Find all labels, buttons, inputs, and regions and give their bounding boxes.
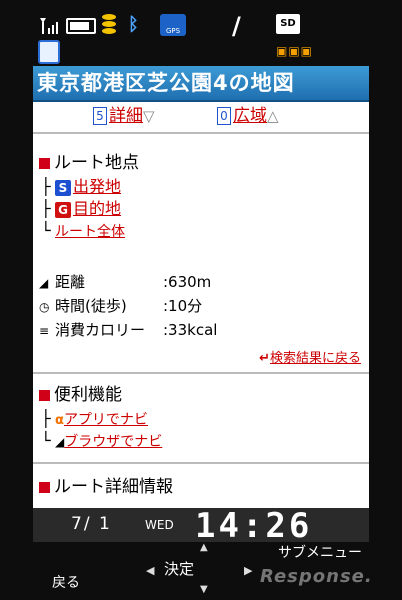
route-all-link[interactable]: └ ルート全体 [33, 220, 369, 242]
start-point-label: 出発地 [73, 177, 122, 196]
mode-indicator-icons: ▣▣▣ [276, 44, 314, 58]
back-to-results-label: 検索結果に戻る [269, 351, 361, 366]
browser-nav-label: ブラウザでナビ [64, 434, 163, 450]
nav-up-icon[interactable]: ▲ [200, 542, 208, 553]
app-nav-label: アプリでナビ [63, 412, 148, 428]
zoom-row: 5 詳細▽ 0 広域△ [33, 102, 369, 130]
triangle-down-icon: ▽ [143, 107, 155, 125]
browser-screen: 東京都港区芝公園4の地図 5 詳細▽ 0 広域△ ルート地点 ├ S 出発地 ├ G 目的地… [33, 66, 369, 508]
divider [33, 462, 369, 464]
shoe-icon: ◢ [39, 276, 49, 290]
divider [33, 132, 369, 134]
distance-row: ◢ 距離:630m [33, 270, 369, 294]
triangle-up-icon: △ [267, 107, 279, 125]
tree-branch-icon: ├ [41, 199, 51, 218]
sd-card-icon: SD [276, 14, 300, 34]
time-row: ◷ 時間(徒歩):10分 [33, 294, 369, 318]
bluetooth-icon: ᛒ [128, 14, 139, 35]
route-all-label: ルート全体 [55, 224, 125, 240]
zoom-wide-link[interactable]: 0 広域△ [217, 102, 279, 130]
nav-down-icon[interactable]: ▼ [200, 584, 208, 595]
nav-left-icon[interactable]: ◀ [146, 564, 154, 577]
goal-badge-icon: G [55, 201, 71, 218]
tree-end-icon: └ [41, 221, 51, 240]
red-square-icon [39, 157, 50, 169]
clock-date: 7/ 1 [71, 514, 112, 534]
route-detail-heading: ルート詳細情報 [33, 474, 369, 500]
key-5-icon: 5 [93, 107, 107, 125]
page-title: 東京都港区芝公園4の地図 [33, 66, 369, 102]
goal-point-label: 目的地 [73, 199, 122, 218]
goal-point-link[interactable]: ├ G 目的地 [33, 198, 369, 220]
zoom-detail-label: 詳細 [109, 106, 143, 126]
back-to-results-link[interactable]: ↵検索結果に戻る [33, 348, 369, 370]
gps-icon: GPS [160, 14, 186, 36]
calorie-icon: ≡ [39, 324, 50, 338]
tree-branch-icon: ├ [41, 409, 51, 428]
return-arrow-icon: ↵ [259, 351, 270, 366]
response-logo: Response. [260, 566, 373, 587]
route-points-heading: ルート地点 [33, 150, 369, 176]
status-bar: ᛒ GPS / SD [30, 8, 370, 64]
nav-right-icon[interactable]: ▶ [244, 564, 252, 577]
clock-icon: ◷ [39, 300, 50, 314]
tools-heading: 便利機能 [33, 382, 369, 408]
start-badge-icon: S [55, 179, 71, 196]
submenu-softkey[interactable]: サブメニュー [278, 542, 362, 562]
clock-time: 14:26 [195, 506, 313, 546]
app-icon [38, 40, 60, 64]
zoom-wide-label: 広域 [233, 106, 267, 126]
app-icon-small: α [55, 413, 64, 428]
red-square-icon [39, 389, 50, 401]
tree-end-icon: └ [41, 431, 51, 450]
clock-bar: 7/ 1 WED 14:26 [33, 506, 369, 546]
divider [33, 372, 369, 374]
back-softkey[interactable]: 戻る [52, 572, 80, 592]
zoom-detail-link[interactable]: 5 詳細▽ [93, 102, 155, 130]
browser-nav-link[interactable]: └ ◢ブラウザでナビ [33, 430, 369, 452]
clock-weekday: WED [145, 518, 174, 532]
red-square-icon [39, 481, 50, 493]
coin-icon [102, 14, 116, 36]
manner-mode-icon: / [232, 12, 241, 40]
calorie-row: ≡ 消費カロリー:33kcal [33, 318, 369, 342]
antenna-icon [38, 16, 60, 34]
key-0-icon: 0 [217, 107, 231, 125]
shoe-icon: ◢ [55, 435, 65, 449]
battery-icon [66, 18, 96, 34]
enter-softkey[interactable]: 決定 [164, 558, 194, 579]
start-point-link[interactable]: ├ S 出発地 [33, 176, 369, 198]
tree-branch-icon: ├ [41, 177, 51, 196]
app-nav-link[interactable]: ├ αアプリでナビ [33, 408, 369, 430]
phone-display: ᛒ GPS / SD ▣▣▣ 東京都港区芝公園4の地図 5 詳細▽ 0 広域△ ルー… [0, 0, 402, 600]
